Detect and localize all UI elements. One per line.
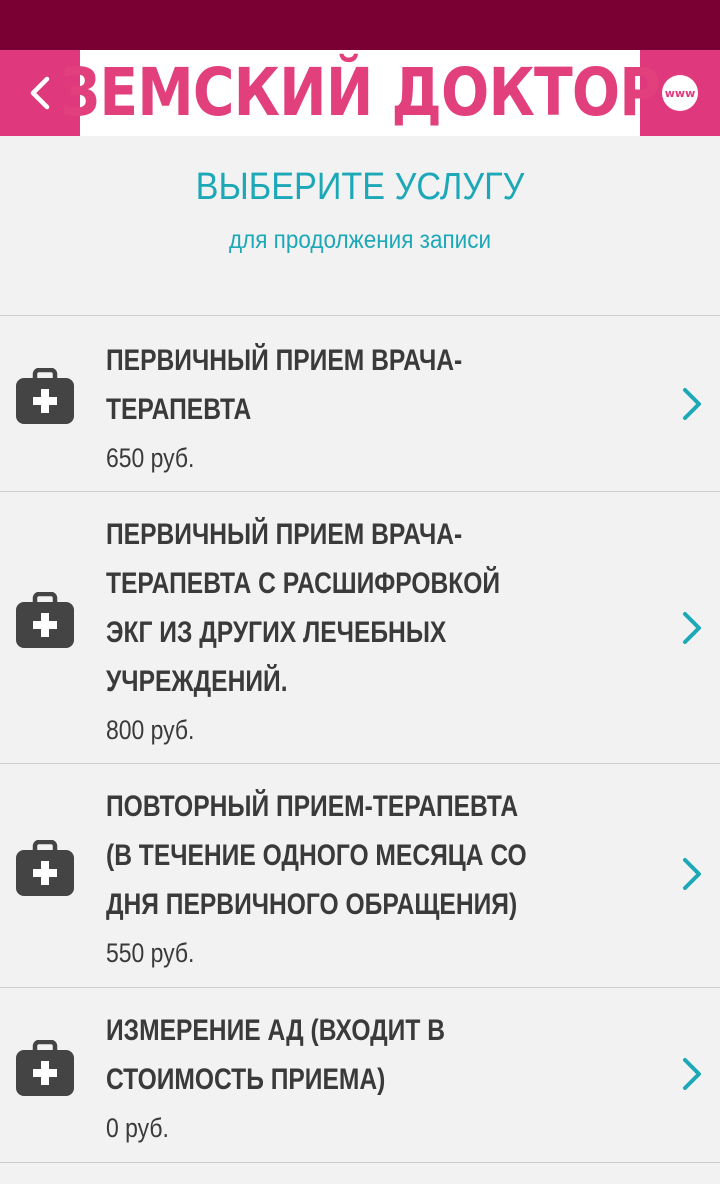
service-text: ИЗМЕРЕНИЕ АД (ВХОДИТ В СТОИМОСТЬ ПРИЕМА)… <box>106 1006 626 1152</box>
service-price: 550 руб. <box>106 938 195 968</box>
service-name-line: ЭКГ ИЗ ДРУГИХ ЛЕЧЕБНЫХ <box>106 616 447 649</box>
service-item[interactable]: ПОВТОРНЫЙ ПРИЕМ-ТЕРАПЕВТА (В ТЕЧЕНИЕ ОДН… <box>0 763 720 987</box>
service-item[interactable]: ПЕРВИЧНЫЙ ПРИЕМ ВРАЧА- ТЕРАПЕВТА С РАСШИ… <box>0 491 720 763</box>
service-text: ПЕРВИЧНЫЙ ПРИЕМ ВРАЧА- ТЕРАПЕВТА 650 руб… <box>106 336 626 482</box>
page-subtitle: для продолжения записи <box>228 226 492 254</box>
service-item[interactable]: ИЗМЕРЕНИЕ АД (ВХОДИТ В СТОИМОСТЬ ПРИЕМА)… <box>0 987 720 1163</box>
service-item[interactable]: ПЕРВИЧНЫЙ ПРИЕМ ВРАЧА- ТЕРАПЕВТА 650 руб… <box>0 315 720 491</box>
medical-kit-icon <box>16 592 74 648</box>
website-button[interactable]: www <box>640 50 720 136</box>
medical-kit-icon <box>16 368 74 424</box>
service-name-line: ПЕРВИЧНЫЙ ПРИЕМ ВРАЧА- <box>106 518 463 551</box>
status-bar <box>0 0 720 50</box>
page-heading: ВЫБЕРИТЕ УСЛУГУ для продолжения записи <box>0 136 720 316</box>
medical-kit-icon <box>16 1040 74 1096</box>
service-name-line: ДНЯ ПЕРВИЧНОГО ОБРАЩЕНИЯ) <box>106 888 518 921</box>
service-name-line: (В ТЕЧЕНИЕ ОДНОГО МЕСЯЦА СО <box>106 839 527 872</box>
service-name-line: ПОВТОРНЫЙ ПРИЕМ-ТЕРАПЕВТА <box>106 790 519 823</box>
service-list: ПЕРВИЧНЫЙ ПРИЕМ ВРАЧА- ТЕРАПЕВТА 650 руб… <box>0 315 720 1163</box>
chevron-right-icon <box>683 612 701 644</box>
service-price: 650 руб. <box>106 443 195 473</box>
logo: ЗЕМСКИЙ ДОКТОР <box>60 50 661 136</box>
chevron-left-icon <box>30 76 50 110</box>
service-name-line: ПЕРВИЧНЫЙ ПРИЕМ ВРАЧА- <box>106 344 463 377</box>
service-name-line: СТОИМОСТЬ ПРИЕМА) <box>106 1063 386 1096</box>
app-header: ЗЕМСКИЙ ДОКТОР www <box>0 50 720 136</box>
service-price: 800 руб. <box>106 715 195 745</box>
service-name-line: ТЕРАПЕВТА С РАСШИФРОВКОЙ <box>106 567 501 600</box>
service-name-line: УЧРЕЖДЕНИЙ. <box>106 665 288 698</box>
www-icon: www <box>662 75 698 111</box>
medical-kit-icon <box>16 840 74 896</box>
service-name-line: ТЕРАПЕВТА <box>106 393 252 426</box>
page-title: ВЫБЕРИТЕ УСЛУГУ <box>195 166 525 208</box>
service-text: ПЕРВИЧНЫЙ ПРИЕМ ВРАЧА- ТЕРАПЕВТА С РАСШИ… <box>106 510 626 754</box>
chevron-right-icon <box>683 1058 701 1090</box>
service-price: 0 руб. <box>106 1113 169 1143</box>
service-name-line: ИЗМЕРЕНИЕ АД (ВХОДИТ В <box>106 1014 445 1047</box>
service-text: ПОВТОРНЫЙ ПРИЕМ-ТЕРАПЕВТА (В ТЕЧЕНИЕ ОДН… <box>106 782 626 977</box>
chevron-right-icon <box>683 858 701 890</box>
chevron-right-icon <box>683 388 701 420</box>
logo-text: ЗЕМСКИЙ ДОКТОР <box>59 54 661 131</box>
